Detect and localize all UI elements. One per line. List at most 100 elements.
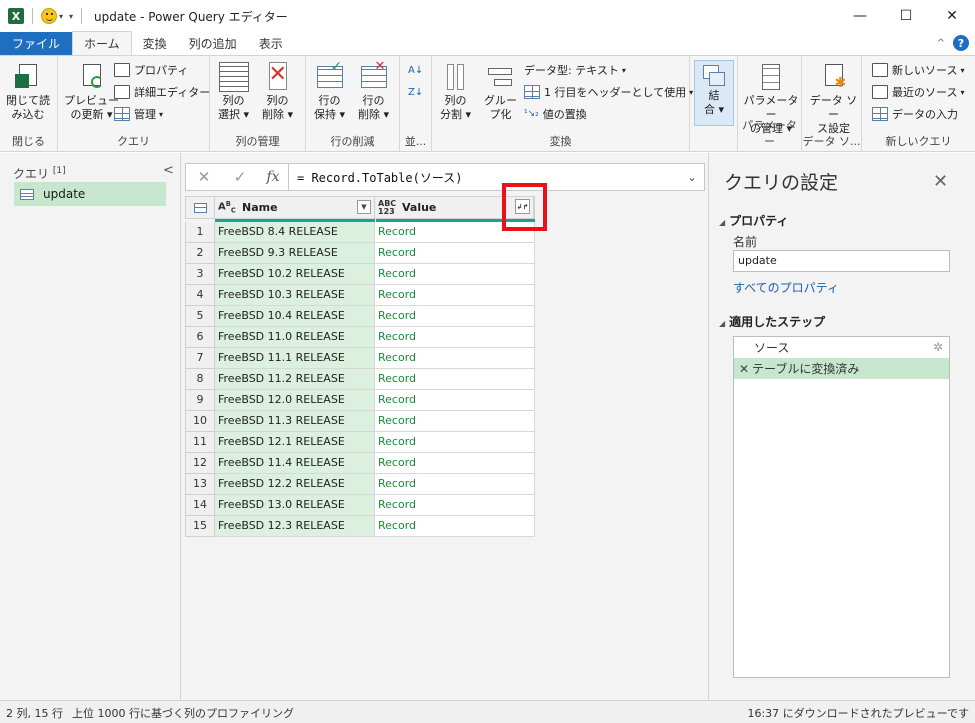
record-link-cell[interactable]: Record	[375, 306, 535, 327]
tab-transform[interactable]: 変換	[132, 32, 178, 55]
advanced-editor-button[interactable]: 詳細エディター	[114, 82, 210, 102]
expand-formula-bar-icon[interactable]: ⌄	[680, 171, 704, 184]
formula-input[interactable]: = Record.ToTable(ソース)	[297, 169, 680, 186]
step-settings-gear-icon[interactable]: ✲	[933, 340, 943, 354]
sort-descending-button[interactable]: Z↓	[408, 82, 423, 102]
name-cell[interactable]: FreeBSD 12.2 RELEASE	[215, 474, 375, 495]
column-header-name[interactable]: ABC Name ▼	[215, 197, 375, 218]
name-cell[interactable]: FreeBSD 11.1 RELEASE	[215, 348, 375, 369]
refresh-preview-button[interactable]: プレビュー の更新 ▾	[64, 62, 119, 122]
status-profiling-mode[interactable]: 上位 1000 行に基づく列のプロファイリング	[72, 705, 294, 721]
close-and-load-button[interactable]: 閉じて読 み込む	[6, 62, 50, 122]
manage-button[interactable]: 管理 ▾	[114, 104, 163, 124]
step-source[interactable]: ソース ✲	[734, 337, 949, 358]
use-first-row-as-headers-button[interactable]: 1 行目をヘッダーとして使用 ▾	[524, 82, 693, 102]
row-number[interactable]: 15	[185, 516, 215, 537]
filter-dropdown-icon[interactable]: ▼	[357, 200, 371, 214]
name-cell[interactable]: FreeBSD 10.4 RELEASE	[215, 306, 375, 327]
record-link-cell[interactable]: Record	[375, 411, 535, 432]
properties-button[interactable]: プロパティ	[114, 60, 188, 80]
record-link-cell[interactable]: Record	[375, 369, 535, 390]
record-link-cell[interactable]: Record	[375, 243, 535, 264]
query-item-update[interactable]: update	[14, 182, 166, 206]
choose-columns-button[interactable]: 列の 選択 ▾	[218, 62, 249, 122]
collapse-ribbon-icon[interactable]: ^	[937, 38, 945, 49]
name-cell[interactable]: FreeBSD 13.0 RELEASE	[215, 495, 375, 516]
row-number[interactable]: 11	[185, 432, 215, 453]
table-menu-button[interactable]	[186, 197, 215, 218]
remove-columns-button[interactable]: ✕ 列の 削除 ▾	[262, 62, 293, 122]
help-icon[interactable]: ?	[953, 35, 969, 51]
applied-steps-section-header[interactable]: ◢ 適用したステップ	[719, 313, 825, 330]
close-query-settings-icon[interactable]: ✕	[933, 171, 948, 192]
record-link-cell[interactable]: Record	[375, 327, 535, 348]
record-link-cell[interactable]: Record	[375, 264, 535, 285]
split-column-button[interactable]: 列の 分割 ▾	[440, 62, 471, 122]
name-cell[interactable]: FreeBSD 11.2 RELEASE	[215, 369, 375, 390]
record-link-cell[interactable]: Record	[375, 495, 535, 516]
data-type-dropdown[interactable]: データ型: テキスト ▾	[524, 60, 626, 80]
row-number[interactable]: 13	[185, 474, 215, 495]
enter-data-button[interactable]: データの入力	[872, 104, 958, 124]
tab-add-column[interactable]: 列の追加	[178, 32, 248, 55]
name-cell[interactable]: FreeBSD 11.0 RELEASE	[215, 327, 375, 348]
group-by-button[interactable]: グルー プ化	[484, 62, 517, 122]
record-link-cell[interactable]: Record	[375, 285, 535, 306]
name-cell[interactable]: FreeBSD 10.3 RELEASE	[215, 285, 375, 306]
tab-file[interactable]: ファイル	[0, 32, 73, 55]
properties-section-header[interactable]: ◢ プロパティ	[719, 212, 788, 229]
row-number[interactable]: 9	[185, 390, 215, 411]
maximize-button[interactable]: ☐	[883, 0, 929, 32]
text-type-icon[interactable]: ABC	[218, 200, 238, 214]
close-window-button[interactable]: ✕	[929, 0, 975, 32]
name-cell[interactable]: FreeBSD 12.1 RELEASE	[215, 432, 375, 453]
insert-function-icon[interactable]: fx	[258, 169, 288, 185]
keep-rows-button[interactable]: ✓ 行の 保持 ▾	[314, 60, 345, 122]
row-number[interactable]: 12	[185, 453, 215, 474]
name-cell[interactable]: FreeBSD 12.0 RELEASE	[215, 390, 375, 411]
data-source-settings-button[interactable]: ✱ データ ソー ス設定	[806, 62, 861, 136]
new-source-button[interactable]: 新しいソース ▾	[872, 60, 964, 80]
collapse-queries-pane-icon[interactable]: <	[163, 163, 174, 178]
record-link-cell[interactable]: Record	[375, 348, 535, 369]
query-name-field[interactable]: update	[733, 250, 950, 272]
cancel-formula-icon[interactable]: ✕	[186, 164, 222, 190]
feedback-smiley-icon[interactable]	[41, 8, 57, 24]
row-number[interactable]: 4	[185, 285, 215, 306]
record-link-cell[interactable]: Record	[375, 432, 535, 453]
name-cell[interactable]: FreeBSD 8.4 RELEASE	[215, 222, 375, 243]
tab-view[interactable]: 表示	[248, 32, 294, 55]
smiley-dropdown-icon[interactable]: ▾	[59, 12, 63, 21]
row-number[interactable]: 7	[185, 348, 215, 369]
combine-button[interactable]: 結 合 ▾	[694, 60, 734, 126]
recent-sources-button[interactable]: 最近のソース ▾	[872, 82, 964, 102]
record-link-cell[interactable]: Record	[375, 474, 535, 495]
commit-formula-icon[interactable]: ✓	[222, 164, 258, 190]
minimize-button[interactable]: —	[837, 0, 883, 32]
name-cell[interactable]: FreeBSD 10.2 RELEASE	[215, 264, 375, 285]
row-number[interactable]: 10	[185, 411, 215, 432]
tab-home[interactable]: ホーム	[72, 31, 132, 55]
name-cell[interactable]: FreeBSD 11.4 RELEASE	[215, 453, 375, 474]
all-properties-link[interactable]: すべてのプロパティ	[733, 279, 839, 296]
record-link-cell[interactable]: Record	[375, 453, 535, 474]
customize-quick-access-icon[interactable]: ▾	[69, 12, 73, 21]
record-link-cell[interactable]: Record	[375, 516, 535, 537]
row-number[interactable]: 2	[185, 243, 215, 264]
row-number[interactable]: 1	[185, 222, 215, 243]
record-link-cell[interactable]: Record	[375, 390, 535, 411]
remove-rows-button[interactable]: ✕ 行の 削除 ▾	[358, 60, 389, 122]
row-number[interactable]: 3	[185, 264, 215, 285]
step-converted-to-table[interactable]: ✕ テーブルに変換済み	[734, 358, 949, 379]
name-cell[interactable]: FreeBSD 9.3 RELEASE	[215, 243, 375, 264]
delete-step-icon[interactable]: ✕	[739, 362, 749, 376]
row-number[interactable]: 5	[185, 306, 215, 327]
name-cell[interactable]: FreeBSD 12.3 RELEASE	[215, 516, 375, 537]
replace-values-button[interactable]: ¹↘₂ 値の置換	[524, 104, 587, 124]
sort-ascending-button[interactable]: A↓	[408, 60, 423, 80]
row-number[interactable]: 6	[185, 327, 215, 348]
row-number[interactable]: 14	[185, 495, 215, 516]
row-number[interactable]: 8	[185, 369, 215, 390]
name-cell[interactable]: FreeBSD 11.3 RELEASE	[215, 411, 375, 432]
any-type-icon[interactable]: ABC 123	[378, 199, 398, 216]
